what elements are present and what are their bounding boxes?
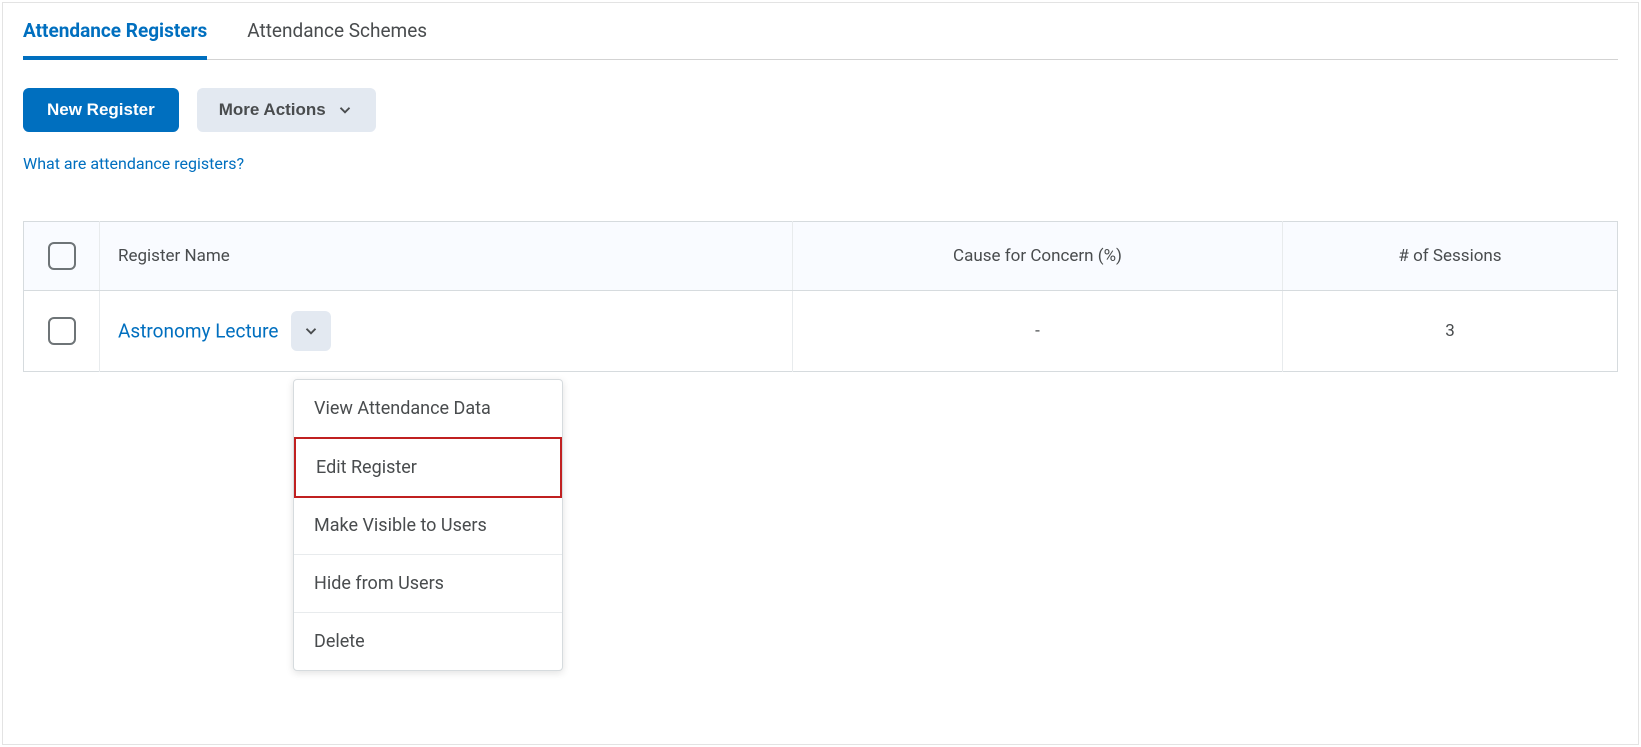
new-register-button[interactable]: New Register bbox=[23, 88, 179, 132]
header-sessions: # of Sessions bbox=[1283, 222, 1618, 291]
menu-delete[interactable]: Delete bbox=[294, 613, 562, 670]
table-row: Astronomy Lecture - 3 bbox=[24, 291, 1618, 372]
menu-hide-from-users[interactable]: Hide from Users bbox=[294, 555, 562, 613]
chevron-down-icon bbox=[302, 322, 320, 340]
register-link[interactable]: Astronomy Lecture bbox=[118, 320, 278, 343]
row-actions-menu: View Attendance Data Edit Register Make … bbox=[293, 379, 563, 671]
tab-bar: Attendance Registers Attendance Schemes bbox=[23, 3, 1618, 60]
row-sessions-cell: 3 bbox=[1283, 291, 1618, 372]
more-actions-label: More Actions bbox=[219, 100, 326, 120]
header-register-name: Register Name bbox=[100, 222, 793, 291]
tab-attendance-registers[interactable]: Attendance Registers bbox=[23, 19, 207, 60]
header-cause-for-concern: Cause for Concern (%) bbox=[793, 222, 1283, 291]
menu-edit-register[interactable]: Edit Register bbox=[294, 437, 562, 498]
help-link[interactable]: What are attendance registers? bbox=[23, 154, 244, 173]
actions-row: New Register More Actions bbox=[23, 88, 1618, 132]
chevron-down-icon bbox=[336, 101, 354, 119]
row-checkbox[interactable] bbox=[48, 317, 76, 345]
more-actions-button[interactable]: More Actions bbox=[197, 88, 376, 132]
tab-attendance-schemes[interactable]: Attendance Schemes bbox=[247, 19, 427, 60]
row-select-cell bbox=[24, 291, 100, 372]
row-concern-cell: - bbox=[793, 291, 1283, 372]
header-select-all bbox=[24, 222, 100, 291]
registers-table: Register Name Cause for Concern (%) # of… bbox=[23, 221, 1618, 372]
select-all-checkbox[interactable] bbox=[48, 242, 76, 270]
row-name-cell: Astronomy Lecture bbox=[100, 291, 793, 372]
menu-make-visible[interactable]: Make Visible to Users bbox=[294, 497, 562, 555]
menu-view-attendance-data[interactable]: View Attendance Data bbox=[294, 380, 562, 438]
row-actions-button[interactable] bbox=[291, 311, 331, 351]
page-container: Attendance Registers Attendance Schemes … bbox=[2, 2, 1639, 745]
